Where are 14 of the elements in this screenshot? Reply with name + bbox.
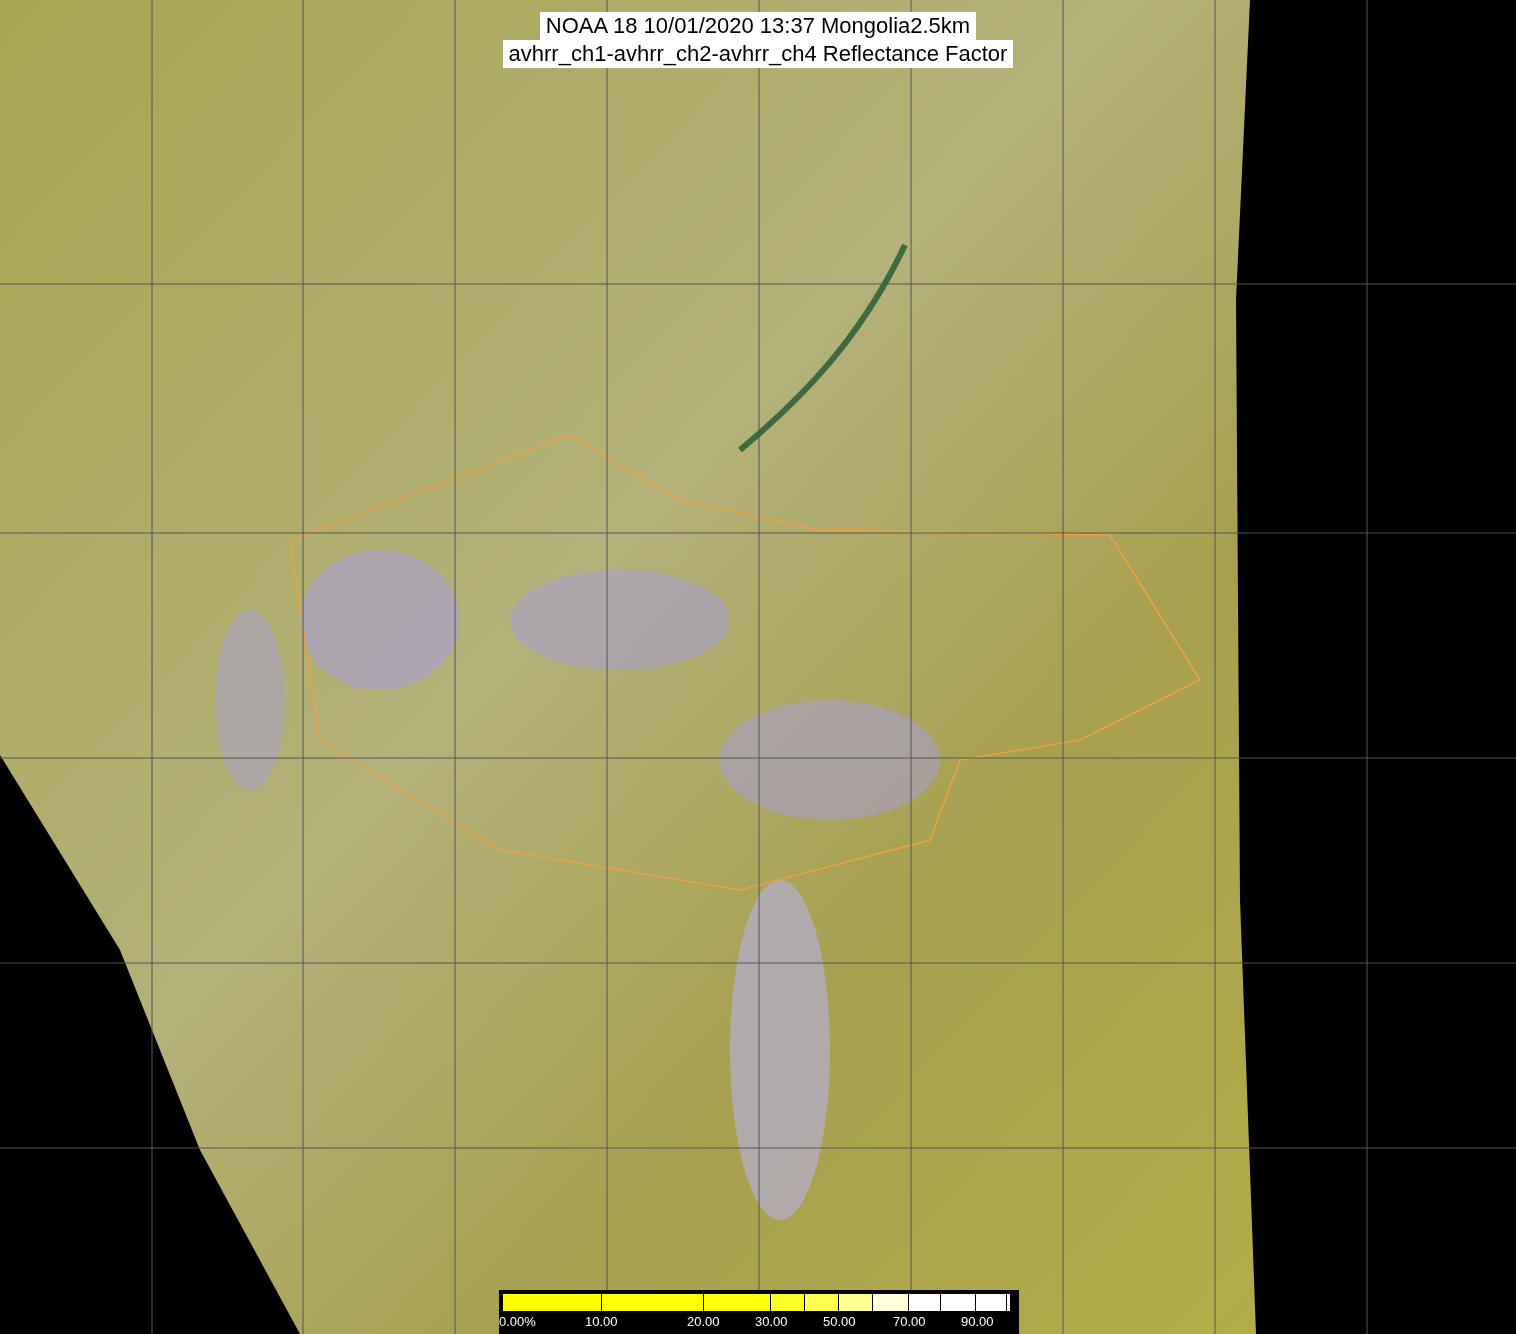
scale-label: 70.00 — [893, 1313, 926, 1331]
scale-label: 30.00 — [755, 1313, 788, 1331]
scale-label: 0.00% — [499, 1313, 536, 1331]
color-scale-segment — [839, 1294, 873, 1311]
scale-label: 90.00 — [961, 1313, 994, 1331]
color-scale-segment — [805, 1294, 839, 1311]
color-scale-segment — [941, 1294, 977, 1311]
image-title: avhrr_ch1-avhrr_ch2-avhrr_ch4 Reflectance Factor — [502, 40, 1014, 68]
color-scale-segment — [908, 1294, 942, 1311]
scale-label: 10.00 — [585, 1313, 618, 1331]
scale-label: 20.00 — [687, 1313, 720, 1331]
scale-label: 50.00 — [823, 1313, 856, 1331]
image-title: NOAA 18 10/01/2020 13:37 Mongolia2.5km — [539, 12, 977, 40]
color-scale-segment — [872, 1294, 909, 1311]
